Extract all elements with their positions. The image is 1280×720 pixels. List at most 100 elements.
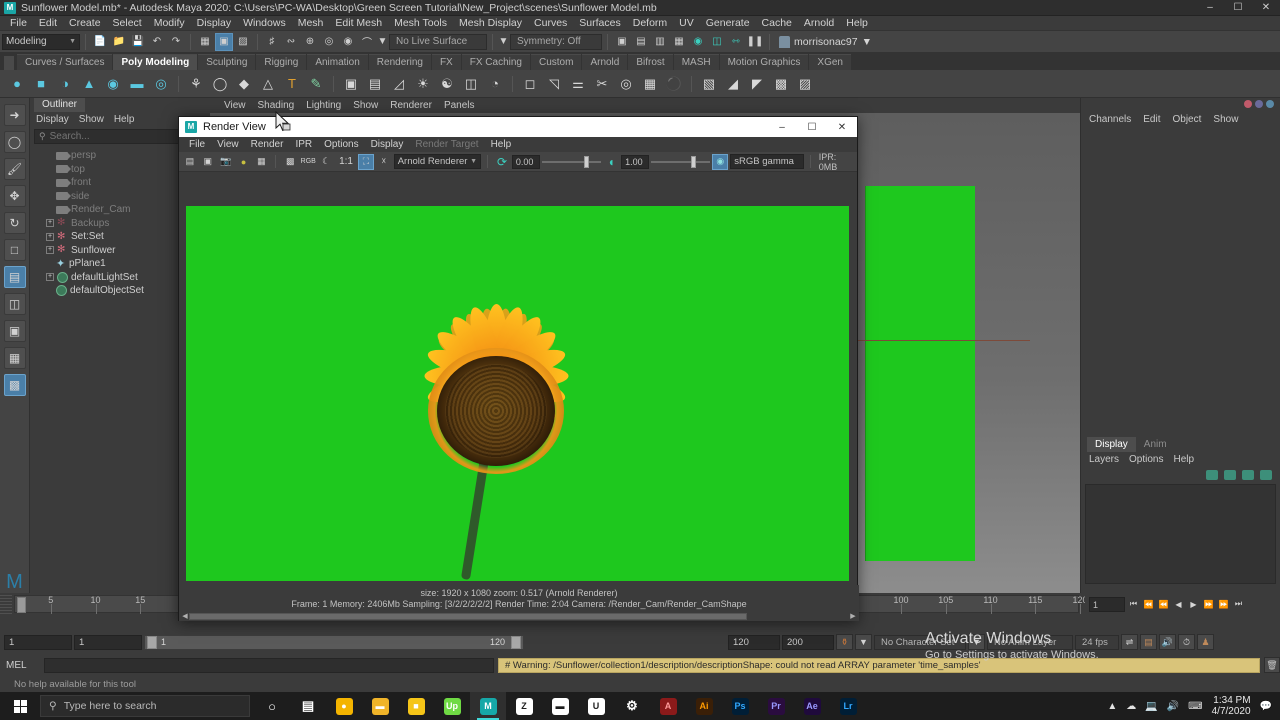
snap-to-projected-center-icon[interactable]: ◎: [320, 33, 338, 51]
command-input[interactable]: [44, 657, 494, 673]
persp-layout-icon[interactable]: ▣: [3, 320, 26, 342]
photoshop-icon[interactable]: Ps: [722, 692, 758, 720]
onedrive-icon[interactable]: ☁: [1126, 701, 1136, 712]
cortana-icon[interactable]: ○: [254, 692, 290, 720]
select-by-component-icon[interactable]: ▨: [234, 33, 252, 51]
menu-item-generate[interactable]: Generate: [700, 16, 756, 31]
render-view-window[interactable]: M Render View – ☐ ✕ File View Render IPR Opt…: [178, 116, 859, 621]
alpha-channel-icon[interactable]: ☾: [318, 154, 334, 170]
render-current-frame-icon[interactable]: ▣: [613, 33, 631, 51]
chevron-down-icon[interactable]: ▼: [855, 634, 872, 650]
shelf-grip-handle[interactable]: [4, 56, 14, 70]
time-slider-grip[interactable]: [0, 593, 12, 615]
poly-pipe-icon[interactable]: ◯: [209, 73, 231, 95]
redo-test-resolution-icon[interactable]: ▣: [200, 154, 216, 170]
scrollbar-thumb[interactable]: [189, 612, 747, 620]
scale-tool-icon[interactable]: □: [3, 239, 26, 261]
renderer-selector[interactable]: Arnold Renderer ▼: [393, 154, 482, 169]
remesh-icon[interactable]: ▨: [794, 73, 816, 95]
playback-loop-icon[interactable]: ⇌: [1121, 634, 1138, 650]
chevron-down-icon[interactable]: ▼: [968, 634, 985, 650]
last-tool-icon[interactable]: ▤: [3, 266, 26, 288]
attribute-editor-toggle-icon[interactable]: [1244, 100, 1252, 108]
exposure-icon[interactable]: ⟳: [494, 154, 510, 170]
taskbar-search-box[interactable]: ⚲ Type here to search: [40, 695, 250, 717]
viewport-menu-shading[interactable]: Shading: [258, 100, 295, 111]
substance-icon[interactable]: ▬: [542, 692, 578, 720]
shelf-tab-fx-caching[interactable]: FX Caching: [461, 54, 530, 70]
snap-to-point-icon[interactable]: ⊕: [301, 33, 319, 51]
move-tool-icon[interactable]: ✥: [3, 185, 26, 207]
range-end-handle[interactable]: [511, 635, 521, 649]
rgb-channel-icon[interactable]: RGB: [300, 154, 316, 170]
bridge-icon[interactable]: ⚌: [567, 73, 589, 95]
hypershade-icon[interactable]: ◉: [689, 33, 707, 51]
layer-menu-options[interactable]: Options: [1129, 454, 1163, 465]
close-button[interactable]: ✕: [1252, 0, 1280, 16]
render-image-canvas[interactable]: [186, 206, 849, 581]
range-start-handle[interactable]: [147, 635, 157, 649]
lightroom-icon[interactable]: Lr: [830, 692, 866, 720]
separate-icon[interactable]: ▤: [364, 73, 386, 95]
viewport-menu-show[interactable]: Show: [353, 100, 378, 111]
layer-menu-help[interactable]: Help: [1173, 454, 1194, 465]
anim-end-field[interactable]: 200: [782, 634, 834, 650]
refresh-render-icon[interactable]: ▦: [254, 154, 270, 170]
snap-to-view-planes-icon[interactable]: ◉: [339, 33, 357, 51]
lasso-tool-icon[interactable]: ◯: [3, 131, 26, 153]
menu-item-uv[interactable]: UV: [673, 16, 700, 31]
mirror-icon[interactable]: ◫: [460, 73, 482, 95]
layer-tab-anim[interactable]: Anim: [1135, 437, 1175, 452]
quad-draw-icon[interactable]: ▦: [639, 73, 661, 95]
retopologize-icon[interactable]: ▩: [770, 73, 792, 95]
menu-item-file[interactable]: File: [4, 16, 33, 31]
slider-handle[interactable]: [690, 155, 696, 168]
live-surface-field[interactable]: No Live Surface: [389, 33, 487, 50]
make-live-icon[interactable]: ⌒: [358, 33, 376, 51]
uv-editor-icon[interactable]: ▧: [698, 73, 720, 95]
clear-history-icon[interactable]: 🗑: [1264, 657, 1280, 673]
expand-icon[interactable]: +: [46, 246, 54, 255]
playback-end-field[interactable]: 120: [728, 634, 780, 650]
audio-toggle-icon[interactable]: 🔊: [1159, 634, 1176, 650]
upwork-icon[interactable]: Up: [434, 692, 470, 720]
channelbox-menu-edit[interactable]: Edit: [1143, 114, 1160, 125]
play-forwards-icon[interactable]: ▶: [1187, 597, 1200, 612]
shelf-tab-arnold[interactable]: Arnold: [582, 54, 628, 70]
gamma-slider[interactable]: [650, 155, 711, 169]
menu-item-curves[interactable]: Curves: [528, 16, 573, 31]
toggle-sync-icon[interactable]: ⇿: [727, 33, 745, 51]
show-hidden-icons-icon[interactable]: ▲: [1107, 701, 1117, 712]
chevron-down-icon[interactable]: ▼: [377, 33, 388, 51]
boolean-difference-icon[interactable]: ☀: [412, 73, 434, 95]
shelf-tab-motion-graphics[interactable]: Motion Graphics: [719, 54, 809, 70]
outliner-menu-display[interactable]: Display: [36, 114, 69, 125]
pause-icon[interactable]: ❚❚: [746, 33, 764, 51]
ipr-render-icon[interactable]: ▤: [632, 33, 650, 51]
menu-item-edit[interactable]: Edit: [33, 16, 63, 31]
redo-icon[interactable]: ↷: [167, 33, 185, 51]
go-to-start-icon[interactable]: ⏮: [1127, 597, 1140, 612]
shelf-tab-custom[interactable]: Custom: [530, 54, 582, 70]
menu-item-surfaces[interactable]: Surfaces: [573, 16, 626, 31]
undo-icon[interactable]: ↶: [148, 33, 166, 51]
menu-item-windows[interactable]: Windows: [237, 16, 292, 31]
menu-item-mesh-tools[interactable]: Mesh Tools: [388, 16, 453, 31]
poly-prism-icon[interactable]: ◆: [233, 73, 255, 95]
keyboard-layout-icon[interactable]: ⌨: [1188, 701, 1202, 712]
shelf-tab-rendering[interactable]: Rendering: [368, 54, 431, 70]
search-input[interactable]: [49, 131, 180, 142]
paint-select-tool-icon[interactable]: 🖌: [3, 158, 26, 180]
poly-torus-icon[interactable]: ◉: [102, 73, 124, 95]
settings-icon[interactable]: ⚙: [614, 692, 650, 720]
expand-icon[interactable]: +: [46, 232, 54, 241]
render-view-horizontal-scrollbar[interactable]: ◀ ▶: [179, 611, 859, 621]
current-frame-field[interactable]: 1: [1089, 596, 1125, 612]
outliner-layout-icon[interactable]: ◫: [3, 293, 26, 315]
range-slider-bar[interactable]: 1 120: [144, 634, 524, 650]
menu-item-cache[interactable]: Cache: [756, 16, 798, 31]
render-view-icon[interactable]: ◫: [708, 33, 726, 51]
snap-to-curve-icon[interactable]: ∾: [282, 33, 300, 51]
file-explorer-icon[interactable]: ▬: [362, 692, 398, 720]
expand-icon[interactable]: +: [46, 219, 54, 228]
